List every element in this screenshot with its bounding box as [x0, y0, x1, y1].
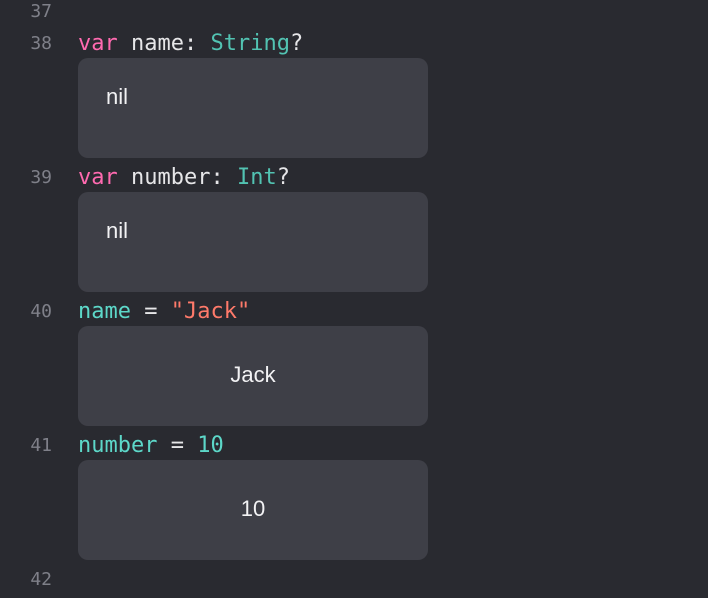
type-token: Int	[236, 165, 277, 190]
number-token: 10	[197, 433, 224, 458]
code-token: ?	[276, 165, 290, 190]
playground-editor[interactable]: 37 38 var name: String? nil 39 var numbe…	[0, 0, 708, 598]
inline-result-box[interactable]: nil	[78, 58, 428, 158]
code-line-39[interactable]: var number: Int?	[78, 164, 290, 192]
code-token: ?	[289, 31, 304, 56]
result-value: nil	[106, 218, 129, 243]
line-number: 42	[30, 569, 52, 590]
inline-result-box[interactable]: Jack	[78, 326, 428, 426]
code-line-40[interactable]: name = "Jack"	[78, 298, 250, 326]
result-value: Jack	[230, 362, 276, 387]
code-token: name:	[117, 31, 211, 56]
code-line-38[interactable]: var name: String?	[78, 30, 303, 58]
keyword-token: var	[78, 31, 118, 56]
result-value: 10	[240, 496, 266, 521]
code-token: =	[157, 433, 198, 458]
inline-result-box[interactable]: nil	[78, 192, 428, 292]
code-line-41[interactable]: number = 10	[78, 432, 224, 460]
code-token: number:	[117, 165, 237, 190]
identifier-token: number	[78, 433, 158, 458]
inline-result-box[interactable]: 10	[78, 460, 428, 560]
line-number: 41	[30, 435, 52, 456]
keyword-token: var	[78, 165, 118, 190]
string-token: "Jack"	[170, 299, 251, 324]
type-token: String	[210, 31, 290, 56]
identifier-token: name	[78, 299, 131, 324]
line-number: 37	[30, 1, 52, 22]
line-number: 40	[30, 301, 52, 322]
result-value: nil	[106, 84, 129, 109]
code-token: =	[130, 299, 171, 324]
line-number: 39	[30, 167, 52, 188]
line-number: 38	[30, 33, 52, 54]
